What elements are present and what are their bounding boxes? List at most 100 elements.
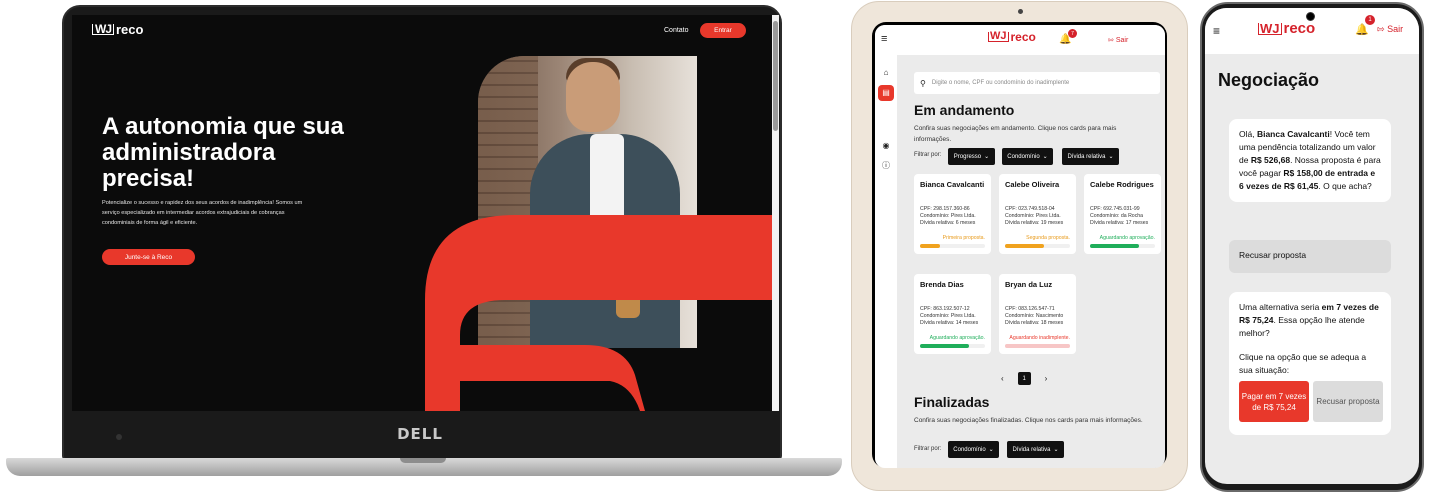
card-condo: Condomínio: Pires Ltda. [920, 213, 976, 219]
brand-logo[interactable]: WJ reco [92, 22, 143, 37]
laptop-camera [116, 434, 122, 440]
notification-badge: 7 [1068, 29, 1077, 38]
card-debt: Dívida relativa: 6 meses [920, 220, 976, 226]
filter-condo[interactable]: Condomínio ⌄ [1002, 148, 1053, 165]
page-next-button[interactable]: › [1045, 374, 1048, 383]
info-icon[interactable]: ⓘ [880, 160, 892, 172]
card-cpf: CPF: 692.745.031-99 [1090, 206, 1140, 212]
scrollbar[interactable] [772, 15, 779, 411]
nav-contact-link[interactable]: Contato [664, 27, 689, 34]
card-condo: Condomínio: Pires Ltda. [920, 313, 976, 319]
card-progress [920, 344, 985, 348]
search-icon: ⚲ [920, 78, 926, 88]
page-current[interactable]: 1 [1017, 372, 1031, 385]
phone-camera [1306, 12, 1315, 21]
hamburger-icon[interactable]: ≡ [881, 34, 891, 45]
card-debt: Dívida relativa: 17 meses [1090, 220, 1149, 226]
section-done-title: Finalizadas [914, 394, 990, 410]
card-progress [1090, 244, 1155, 248]
card-name: Bianca Cavalcanti [920, 180, 985, 189]
card-name: Bryan da Luz [1005, 280, 1053, 289]
logo-text: reco [1283, 20, 1316, 37]
login-button[interactable]: Entrar [700, 23, 746, 38]
filter-progress[interactable]: Progresso ⌄ [948, 148, 995, 165]
card-condo: Condomínio: Nascimento [1005, 313, 1064, 319]
debt-total: R$ 526,68 [1250, 155, 1291, 165]
card-cpf: CPF: 298.157.360-86 [920, 206, 970, 212]
user-reply: Recusar proposta [1229, 240, 1391, 273]
card-name: Calebe Oliveira [1005, 180, 1060, 189]
card-name: Calebe Rodrigues [1090, 180, 1154, 189]
card-status: Aguardando inadimplente. [1009, 335, 1070, 341]
hero-description: Potencialize o sucesso e rapidez dos seu… [102, 200, 303, 226]
search-input[interactable]: ⚲ Digite o nome, CPF ou condomínio do in… [914, 72, 1160, 94]
card-condo: Condomínio: Pires Ltda. [1005, 213, 1061, 219]
sidebar: ⌂ ▤ ◉ ⓘ [875, 55, 897, 468]
laptop-notch [400, 458, 446, 463]
tablet-header: ≡ WJ reco 🔔 7 ⇰ Sair [875, 25, 1165, 55]
laptop-mockup: DELL WJ reco Contato Entrar A autonomia … [0, 0, 850, 500]
card-debt: Dívida relativa: 14 meses [920, 320, 979, 326]
accept-option-button[interactable]: Pagar em 7 vezes de R$ 75,24 [1239, 381, 1309, 422]
hamburger-icon[interactable]: ≡ [1213, 25, 1220, 37]
hero-title: A autonomia que sua administradora preci… [102, 113, 344, 192]
filter-label: Filtrar por: [914, 446, 942, 452]
page-prev-button[interactable]: ‹ [1001, 374, 1004, 383]
logout-label: Sair [1115, 37, 1129, 44]
card-progress [1005, 344, 1070, 348]
negotiation-card[interactable]: Calebe Oliveira CPF: 023.749.518-04 Cond… [999, 174, 1076, 254]
logout-icon: ⇰ [1377, 24, 1385, 34]
negotiations-icon[interactable]: ▤ [878, 85, 894, 101]
chevron-down-icon: ⌄ [1042, 154, 1048, 160]
join-button[interactable]: Junte-se à Reco [102, 249, 195, 265]
negotiation-card[interactable]: Brenda Dias CPF: 863.192.507-12 Condomín… [914, 274, 991, 354]
scrollbar-thumb[interactable] [773, 21, 778, 131]
notification-badge: 1 [1365, 15, 1375, 25]
negotiation-card[interactable]: Calebe Rodrigues CPF: 692.745.031-99 Con… [1084, 174, 1161, 254]
card-progress [1005, 244, 1070, 248]
logout-icon: ⇰ [1108, 37, 1114, 44]
bell-icon[interactable]: 🔔 [1355, 23, 1369, 36]
debtor-name: Bianca Cavalcanti [1256, 129, 1330, 139]
refuse-option-button[interactable]: Recusar proposta [1313, 381, 1383, 422]
chevron-down-icon: ⌄ [984, 154, 990, 160]
brand-logo[interactable]: WJ reco [1258, 20, 1315, 37]
card-name: Brenda Dias [920, 280, 964, 289]
logo-mark: WJ [92, 23, 114, 35]
filter-condo-finished[interactable]: Condomínio ⌄ [948, 441, 999, 458]
pagination: ‹ 1 › [1001, 372, 1047, 385]
logo-text: reco [1010, 30, 1036, 44]
logout-label: Sair [1387, 24, 1404, 34]
card-status: Aguardando aprovação. [929, 335, 985, 341]
brand-logo[interactable]: WJ reco [988, 30, 1036, 44]
card-status: Segunda proposta. [1026, 235, 1070, 241]
section-active-title: Em andamento [914, 102, 1015, 118]
chevron-down-icon: ⌄ [988, 447, 994, 453]
filter-label: Filtrar por: [914, 152, 942, 158]
logout-button[interactable]: ⇰ Sair [1108, 36, 1128, 44]
card-debt: Dívida relativa: 19 meses [1005, 220, 1064, 226]
card-cpf: CPF: 863.192.507-12 [920, 306, 970, 312]
option-prompt: Clique na opção que se adequa a sua situ… [1239, 352, 1367, 375]
logo-mark: WJ [988, 30, 1009, 42]
filter-debt[interactable]: Dívida relativa ⌄ [1062, 148, 1119, 165]
card-cpf: CPF: 083.126.547-71 [1005, 306, 1055, 312]
settings-icon[interactable]: ◉ [880, 140, 892, 152]
negotiation-card[interactable]: Bryan da Luz CPF: 083.126.547-71 Condomí… [999, 274, 1076, 354]
section-active-subtitle: Confira suas negociações em andamento. C… [914, 125, 1117, 143]
filter-debt-finished[interactable]: Dívida relativa ⌄ [1007, 441, 1064, 458]
logout-button[interactable]: ⇰ Sair [1377, 24, 1403, 35]
card-condo: Condomínio: da Rocha [1090, 213, 1144, 219]
section-done-subtitle: Confira suas negociações finalizadas. Cl… [914, 417, 1143, 424]
card-status: Primeira proposta. [942, 235, 985, 241]
device-logo: DELL [397, 425, 443, 443]
chevron-down-icon: ⌄ [1053, 447, 1059, 453]
card-progress [920, 244, 985, 248]
home-icon[interactable]: ⌂ [880, 67, 892, 79]
negotiation-card[interactable]: Bianca Cavalcanti CPF: 298.157.360-86 Co… [914, 174, 991, 254]
card-debt: Dívida relativa: 18 meses [1005, 320, 1064, 326]
brand-shape [425, 215, 772, 411]
phone-screen: ≡ WJ reco 🔔 1 ⇰ Sair Negociação Olá, Bia… [1205, 8, 1419, 484]
tablet-screen: ≡ WJ reco 🔔 7 ⇰ Sair ⌂ ▤ ◉ ⓘ ⚲ Digite o … [875, 25, 1165, 468]
tablet-camera [1018, 9, 1023, 14]
